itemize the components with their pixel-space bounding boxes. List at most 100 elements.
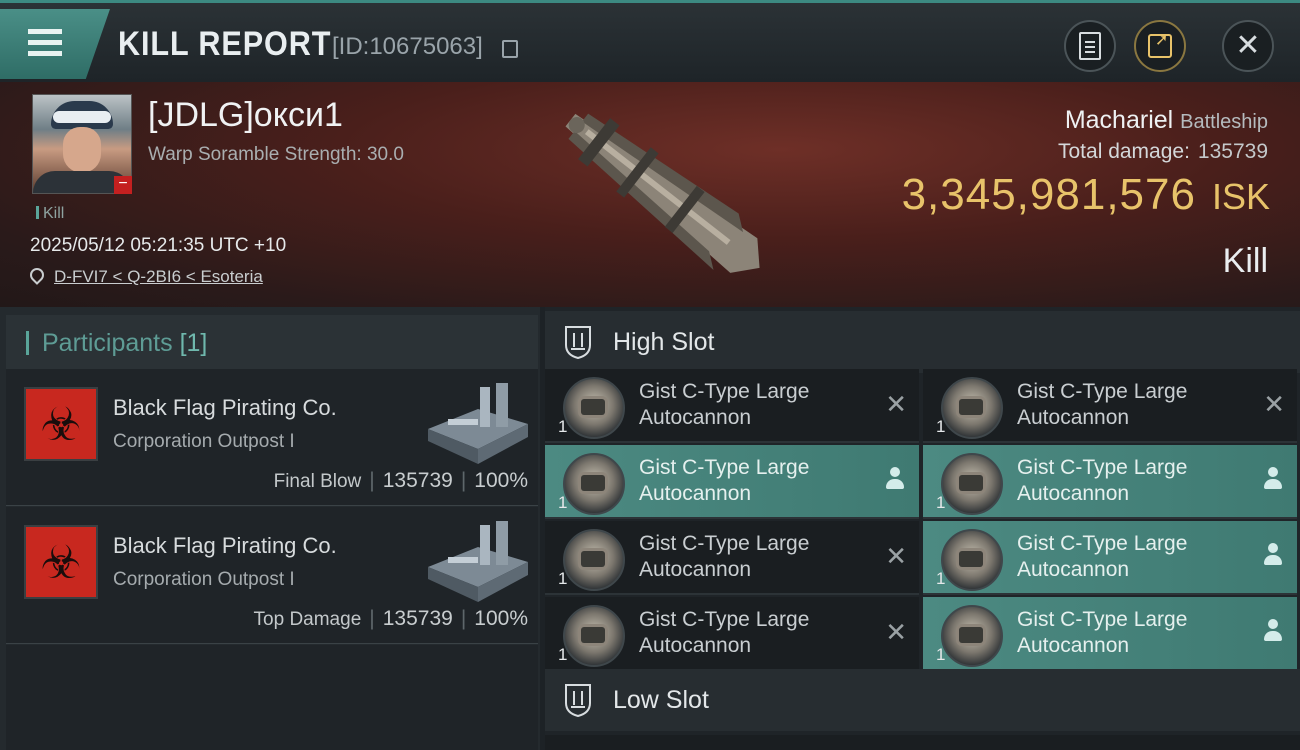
hamburger-icon-bar bbox=[28, 40, 62, 45]
item-name: Gist C-Type Large Autocannon bbox=[1017, 379, 1247, 431]
participant-percent: 100% bbox=[474, 607, 528, 630]
autocannon-icon bbox=[941, 605, 1003, 667]
person-icon bbox=[1263, 543, 1283, 567]
low-slot-items-partial bbox=[545, 735, 1300, 750]
item-name-line1: Gist C-Type Large bbox=[639, 532, 810, 555]
item-quantity: 1 bbox=[558, 493, 568, 512]
isk-value-row: 3,345,981,576 ISK bbox=[902, 170, 1270, 220]
fitting-panel: High Slot 1 Gist C-Type Large Autocannon … bbox=[545, 307, 1300, 750]
close-button[interactable]: ✕ bbox=[1222, 20, 1274, 72]
participant-name: Black Flag Pirating Co. bbox=[113, 533, 337, 558]
item-quantity: 1 bbox=[558, 645, 568, 664]
autocannon-icon bbox=[941, 377, 1003, 439]
item-name-line2: Autocannon bbox=[639, 482, 752, 505]
participant-damage: 135739 bbox=[382, 469, 453, 492]
location-link[interactable]: D-FVI7 < Q-2BI6 < Esoteria bbox=[54, 267, 263, 286]
separator: | bbox=[369, 607, 375, 630]
kill-result: Kill bbox=[1222, 242, 1268, 280]
person-icon bbox=[1263, 467, 1283, 491]
item-name-line2: Autocannon bbox=[1017, 634, 1130, 657]
participants-header: Participants [1] bbox=[6, 315, 538, 371]
participant-ship: Corporation Outpost I bbox=[113, 431, 295, 452]
kill-location[interactable]: D-FVI7 < Q-2BI6 < Esoteria bbox=[27, 265, 263, 287]
autocannon-icon bbox=[563, 453, 625, 515]
person-icon bbox=[1263, 619, 1283, 643]
item-name-line1: Gist C-Type Large bbox=[639, 608, 810, 631]
ship-class: Battleship bbox=[1180, 111, 1268, 133]
separator: | bbox=[460, 607, 467, 630]
item-name: Gist C-Type Large Autocannon bbox=[639, 379, 869, 431]
autocannon-icon bbox=[563, 377, 625, 439]
participants-label: Participants bbox=[42, 329, 173, 357]
low-slot-header: Low Slot bbox=[545, 669, 1300, 731]
low-slot-label: Low Slot bbox=[613, 686, 709, 714]
participants-count: [1] bbox=[179, 329, 208, 357]
participant-stats: Top Damage | 135739 | 100% bbox=[254, 607, 528, 631]
kill-tag: Kill bbox=[36, 205, 64, 223]
close-x-icon: ✕ bbox=[885, 389, 907, 419]
item-name-line1: Gist C-Type Large bbox=[639, 380, 810, 403]
module-item[interactable]: 1 Gist C-Type Large Autocannon ✕ bbox=[545, 369, 919, 443]
participant-role: Top Damage bbox=[253, 609, 362, 630]
participant-name: Black Flag Pirating Co. bbox=[113, 395, 337, 420]
item-quantity: 1 bbox=[936, 645, 946, 664]
avatar-face bbox=[63, 127, 101, 173]
ship-name-text: Machariel bbox=[1064, 106, 1174, 134]
isk-value: 3,345,981,576 bbox=[901, 170, 1196, 219]
item-quantity: 1 bbox=[558, 569, 568, 588]
participant-stats: Final Blow | 135739 | 100% bbox=[274, 469, 528, 493]
clipboard-button[interactable] bbox=[1064, 20, 1116, 72]
ship-name[interactable]: Machariel Battleship bbox=[1065, 106, 1268, 135]
item-name-line1: Gist C-Type Large bbox=[1017, 608, 1188, 631]
module-item[interactable]: 1 Gist C-Type Large Autocannon bbox=[923, 445, 1297, 519]
kill-datetime: 2025/05/12 05:21:35 UTC +10 bbox=[30, 235, 287, 256]
item-name-line2: Autocannon bbox=[639, 406, 752, 429]
autocannon-icon bbox=[941, 529, 1003, 591]
item-quantity: 1 bbox=[936, 417, 946, 436]
item-name-line1: Gist C-Type Large bbox=[1017, 532, 1188, 555]
copy-icon[interactable] bbox=[502, 40, 518, 58]
item-name-line1: Gist C-Type Large bbox=[639, 456, 810, 479]
participant-percent: 100% bbox=[474, 469, 528, 492]
autocannon-icon bbox=[563, 605, 625, 667]
report-id: [ID:10675063] bbox=[332, 33, 483, 60]
item-name-line1: Gist C-Type Large bbox=[1017, 456, 1188, 479]
item-name-line2: Autocannon bbox=[639, 558, 752, 581]
separator: | bbox=[369, 469, 375, 492]
participant-ship: Corporation Outpost I bbox=[113, 569, 295, 590]
menu-button[interactable] bbox=[0, 9, 110, 79]
total-damage-value: 135739 bbox=[1197, 140, 1268, 163]
item-name: Gist C-Type Large Autocannon bbox=[639, 531, 869, 583]
participants-panel: Participants [1] ☣ Black Flag Pirating C… bbox=[0, 307, 540, 750]
share-button[interactable] bbox=[1134, 20, 1186, 72]
separator: | bbox=[460, 469, 467, 492]
outpost-image bbox=[428, 383, 528, 464]
participant-row[interactable]: ☣ Black Flag Pirating Co. Corporation Ou… bbox=[6, 507, 538, 644]
participant-damage: 135739 bbox=[382, 607, 453, 630]
item-name-line1: Gist C-Type Large bbox=[1017, 380, 1188, 403]
total-damage-label: Total damage: bbox=[1058, 140, 1190, 163]
module-item[interactable]: 1 Gist C-Type Large Autocannon bbox=[545, 445, 919, 519]
module-item[interactable]: 1 Gist C-Type Large Autocannon ✕ bbox=[545, 521, 919, 595]
module-item[interactable]: 1 Gist C-Type Large Autocannon bbox=[923, 521, 1297, 595]
high-slot-header: High Slot bbox=[545, 311, 1300, 373]
warp-scramble-strength: Warp Soramble Strength: 30.0 bbox=[148, 144, 404, 165]
isk-unit: ISK bbox=[1211, 176, 1270, 217]
item-name: Gist C-Type Large Autocannon bbox=[639, 607, 869, 659]
module-item[interactable]: 1 Gist C-Type Large Autocannon ✕ bbox=[545, 597, 919, 671]
item-name: Gist C-Type Large Autocannon bbox=[1017, 607, 1247, 659]
module-item[interactable]: 1 Gist C-Type Large Autocannon bbox=[923, 597, 1297, 671]
high-slot-label: High Slot bbox=[613, 328, 715, 356]
person-icon bbox=[885, 467, 905, 491]
pilot-name[interactable]: [JDLG]окси1 bbox=[148, 96, 343, 135]
module-item[interactable]: 1 Gist C-Type Large Autocannon ✕ bbox=[923, 369, 1297, 443]
hamburger-icon bbox=[28, 29, 62, 34]
close-x-icon: ✕ bbox=[885, 541, 907, 571]
item-name-line2: Autocannon bbox=[639, 634, 752, 657]
participants-empty-area bbox=[6, 645, 538, 750]
autocannon-icon bbox=[563, 529, 625, 591]
close-x-icon: ✕ bbox=[885, 617, 907, 647]
ship-image bbox=[565, 113, 760, 273]
shield-slot-icon bbox=[565, 326, 591, 359]
participant-row[interactable]: ☣ Black Flag Pirating Co. Corporation Ou… bbox=[6, 369, 538, 506]
